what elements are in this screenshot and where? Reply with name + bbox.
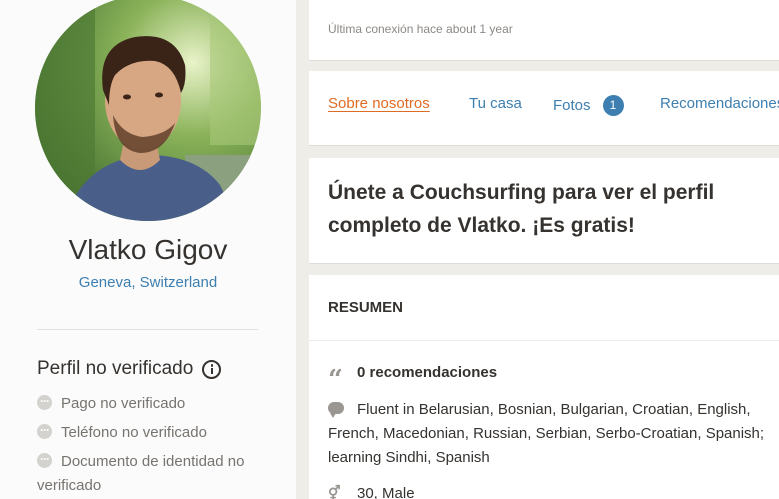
profile-tabs: Sobre nosotros Tu casa Fotos 1 Recomendac… bbox=[309, 71, 779, 146]
avatar bbox=[35, 0, 261, 221]
verification-item-payment: Pago no verificado bbox=[37, 389, 267, 416]
sidebar-divider bbox=[37, 329, 258, 330]
summary-panel: RESUMEN “ 0 recomendaciones Fluent in Bel… bbox=[309, 275, 779, 499]
verification-item-id: Documento de identidad no verificado bbox=[37, 447, 267, 498]
verification-item-label: Teléfono no verificado bbox=[61, 424, 207, 441]
age-gender-row: ⚥ 30, Male bbox=[328, 481, 768, 499]
status-panel: Última conexión hace about 1 year bbox=[309, 0, 779, 61]
photos-count-badge: 1 bbox=[602, 95, 624, 116]
pending-dot-icon bbox=[37, 447, 52, 471]
languages-text: Fluent in Belarusian, Bosnian, Bulgarian… bbox=[328, 401, 765, 466]
tab-photos-label: Fotos bbox=[553, 97, 591, 114]
verification-item-label: Documento de identidad no verificado bbox=[37, 453, 245, 494]
age-gender-text: 30, Male bbox=[357, 485, 415, 499]
summary-title: RESUMEN bbox=[328, 299, 404, 316]
references-label: 0 recomendaciones bbox=[357, 364, 498, 381]
profile-name: Vlatko Gigov bbox=[68, 234, 228, 265]
summary-divider bbox=[309, 340, 779, 341]
profile-location-link[interactable]: Geneva, Switzerland bbox=[0, 274, 296, 291]
pending-dot-icon bbox=[37, 389, 52, 413]
tab-references[interactable]: Recomendaciones bbox=[660, 95, 779, 112]
verification-item-phone: Teléfono no verificado bbox=[37, 418, 267, 445]
languages-row: Fluent in Belarusian, Bosnian, Bulgarian… bbox=[328, 398, 768, 470]
join-prompt-text: Únete a Couchsurfing para ver el perfil … bbox=[328, 181, 715, 237]
verification-title: Perfil no verificado bbox=[37, 358, 194, 379]
verification-item-label: Pago no verificado bbox=[61, 395, 186, 412]
quote-icon: “ bbox=[328, 365, 343, 395]
pending-dot-icon bbox=[37, 418, 52, 442]
verification-status: Perfil no verificado bbox=[37, 358, 222, 380]
join-prompt-panel: Únete a Couchsurfing para ver el perfil … bbox=[309, 158, 779, 264]
avatar-photo bbox=[35, 0, 261, 221]
tab-photos[interactable]: Fotos 1 bbox=[553, 95, 624, 116]
references-count: “ 0 recomendaciones bbox=[328, 361, 768, 395]
profile-sidebar: Vlatko Gigov Geneva, Switzerland Perfil … bbox=[0, 0, 296, 499]
gender-icon: ⚥ bbox=[328, 485, 341, 499]
tab-about[interactable]: Sobre nosotros bbox=[328, 95, 430, 112]
tab-home[interactable]: Tu casa bbox=[469, 95, 522, 112]
info-icon[interactable] bbox=[202, 359, 222, 379]
last-login-text: Última conexión hace about 1 year bbox=[328, 22, 513, 36]
speech-bubble-icon bbox=[328, 402, 344, 418]
